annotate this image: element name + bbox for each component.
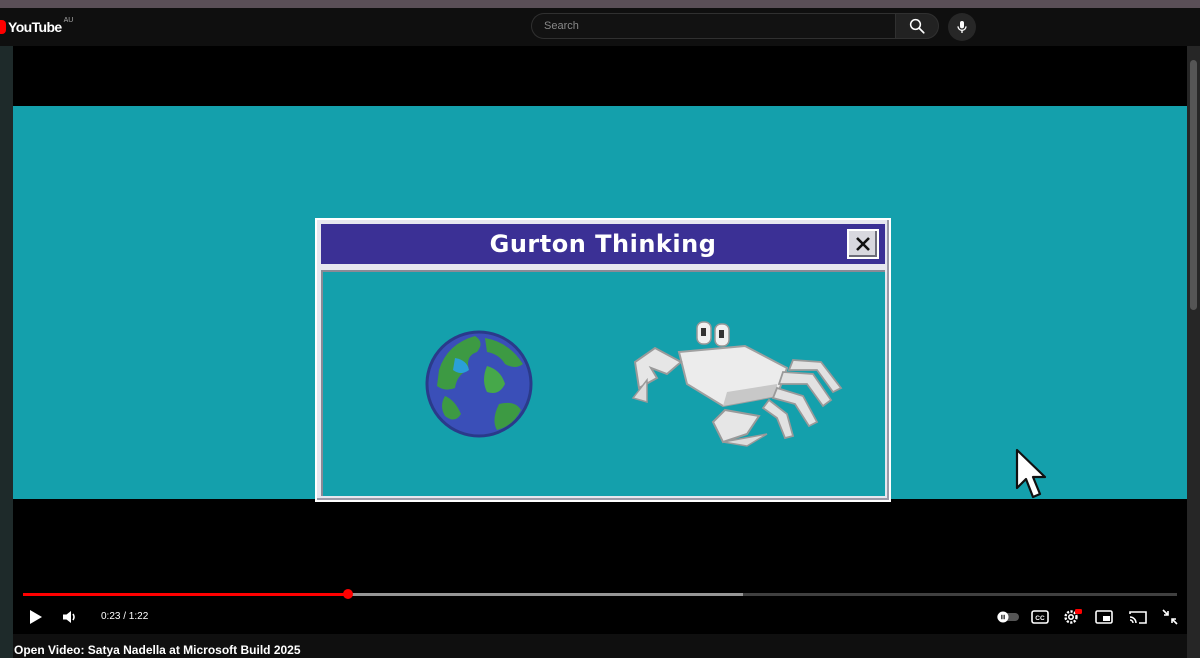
page-scrollbar[interactable]	[1190, 60, 1197, 310]
progress-scrubber-handle[interactable]	[343, 589, 354, 599]
settings-button[interactable]	[1059, 602, 1085, 632]
browser-top-strip	[0, 0, 1200, 8]
volume-icon	[63, 611, 75, 623]
svg-text:CC: CC	[1035, 615, 1045, 622]
page-left-gutter	[0, 46, 13, 658]
time-display: 0:23 / 1:22	[101, 611, 149, 622]
video-frame: Gurton Thinking	[13, 106, 1187, 502]
play-button[interactable]	[23, 602, 49, 632]
masthead: YouTube AU	[0, 8, 1200, 46]
search-icon	[909, 18, 925, 34]
player-controls: 0:23 / 1:22 CC	[13, 602, 1187, 632]
crab-icon	[631, 321, 843, 447]
video-title[interactable]: Open Video: Satya Nadella at Microsoft B…	[14, 643, 301, 657]
cast-icon	[1129, 611, 1147, 624]
video-player[interactable]: Gurton Thinking 0:23 / 1:22 CC	[13, 46, 1187, 634]
mouse-cursor-icon	[1015, 448, 1047, 499]
miniplayer-button[interactable]	[1091, 602, 1117, 632]
youtube-logo-icon	[0, 20, 6, 34]
progress-bar[interactable]	[23, 589, 1177, 599]
region-code: AU	[63, 17, 74, 24]
captions-icon: CC	[1031, 610, 1049, 624]
miniplayer-icon	[1095, 610, 1113, 624]
search-button[interactable]	[895, 13, 939, 39]
play-icon	[30, 610, 42, 624]
dialog-title: Gurton Thinking	[489, 230, 717, 258]
logo-text: YouTube	[8, 19, 62, 35]
progress-played	[23, 593, 349, 596]
fullscreen-icon	[1162, 609, 1178, 625]
fullscreen-exit-button[interactable]	[1157, 602, 1183, 632]
youtube-logo[interactable]: YouTube AU	[0, 17, 74, 36]
autoplay-icon	[997, 611, 1019, 623]
cast-button[interactable]	[1125, 602, 1151, 632]
volume-button[interactable]	[57, 602, 83, 632]
dialog-body	[321, 270, 885, 496]
globe-icon	[425, 330, 533, 438]
close-icon	[856, 237, 870, 251]
captions-button[interactable]: CC	[1027, 602, 1053, 632]
dialog-titlebar: Gurton Thinking	[321, 224, 885, 264]
autoplay-toggle[interactable]	[993, 602, 1023, 632]
search-input[interactable]	[532, 14, 895, 38]
search-box	[531, 13, 895, 39]
settings-icon	[1064, 609, 1082, 624]
voice-search-button[interactable]	[948, 13, 976, 41]
mic-icon	[957, 21, 967, 33]
dialog-close-button	[847, 229, 879, 259]
retro-dialog-window: Gurton Thinking	[315, 218, 891, 502]
